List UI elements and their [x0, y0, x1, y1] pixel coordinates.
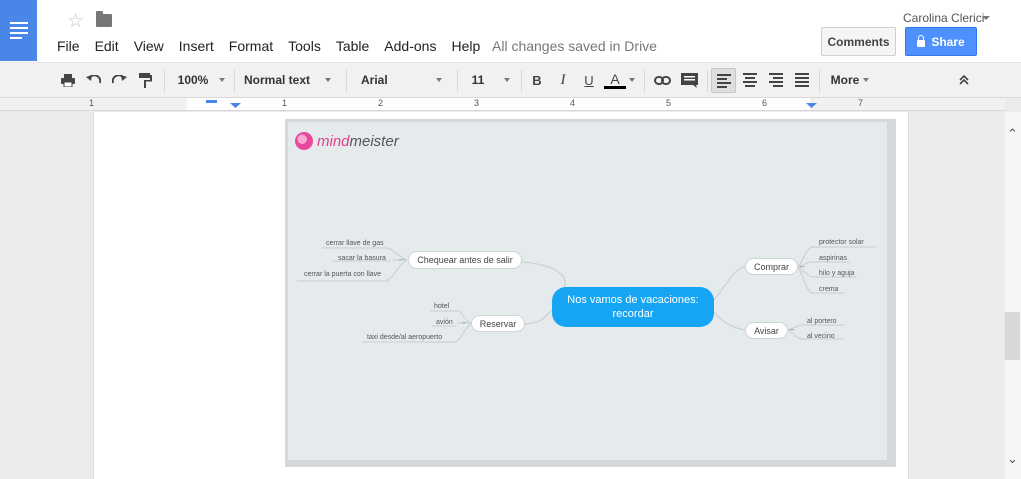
- leaf-node[interactable]: protector solar: [819, 239, 864, 246]
- branch-chequear[interactable]: Chequear antes de salir: [408, 251, 522, 269]
- leaf-node[interactable]: sacar la basura: [338, 255, 386, 262]
- branch-avisar[interactable]: Avisar: [745, 322, 788, 339]
- leaf-node[interactable]: hilo y aguja: [819, 270, 854, 277]
- branch-reservar[interactable]: Reservar: [471, 315, 525, 332]
- leaf-node[interactable]: al vecino: [807, 333, 835, 340]
- leaf-node[interactable]: crema: [819, 286, 838, 293]
- leaf-node[interactable]: al portero: [807, 318, 837, 325]
- leaf-node[interactable]: cerrar llave de gas: [326, 240, 384, 247]
- leaf-node[interactable]: taxi desde/al aeropuerto: [367, 334, 442, 341]
- mindmap-connectors: [297, 246, 876, 343]
- mindmap-root-node[interactable]: Nos vamos de vacaciones: recordar: [552, 287, 714, 327]
- branch-comprar[interactable]: Comprar: [745, 258, 798, 275]
- collapse-icon[interactable]: –: [800, 262, 804, 271]
- leaf-node[interactable]: cerrar la puerta con llave: [304, 271, 381, 278]
- leaf-node[interactable]: avión: [436, 319, 453, 326]
- leaf-node[interactable]: aspirinas: [819, 255, 847, 262]
- collapse-icon[interactable]: –: [399, 255, 403, 264]
- collapse-icon[interactable]: –: [462, 318, 466, 327]
- leaf-node[interactable]: hotel: [434, 303, 449, 310]
- collapse-icon[interactable]: –: [790, 325, 794, 334]
